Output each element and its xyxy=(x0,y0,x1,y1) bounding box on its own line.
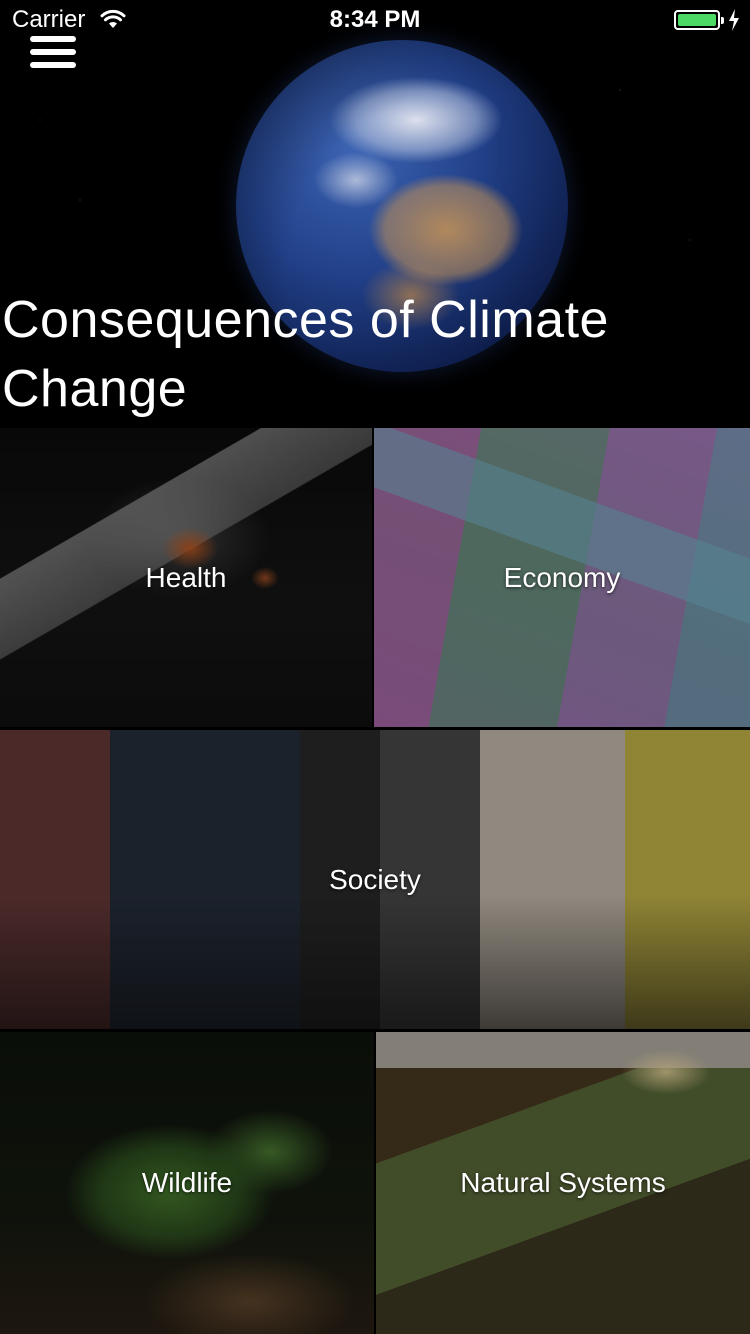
hamburger-menu-icon-bar xyxy=(30,62,76,68)
battery-level xyxy=(678,14,716,26)
tile-wildlife[interactable]: Wildlife xyxy=(0,1032,374,1334)
tile-health[interactable]: Health xyxy=(0,428,372,727)
tile-wildlife-label: Wildlife xyxy=(141,1167,233,1198)
hamburger-menu-icon xyxy=(30,36,76,42)
tile-health-label: Health xyxy=(145,561,227,593)
tile-economy-label: Economy xyxy=(503,561,621,593)
tile-natural-systems[interactable]: Natural Systems xyxy=(376,1032,750,1334)
tile-natural-systems-label: Natural Systems xyxy=(460,1167,666,1198)
tile-society[interactable]: Society xyxy=(0,730,750,1029)
menu-button[interactable] xyxy=(30,36,78,72)
tile-society-label: Society xyxy=(329,863,421,895)
page-title: Consequences of Climate Change xyxy=(2,291,609,418)
hero-banner: Consequences of Climate Change xyxy=(0,0,750,426)
status-time: 8:34 PM xyxy=(329,6,421,33)
status-bar: Carrier 8:34 PM xyxy=(0,0,750,40)
battery-tip xyxy=(721,17,724,24)
tile-economy[interactable]: Economy xyxy=(374,428,750,727)
charging-bolt-icon xyxy=(729,9,739,31)
hamburger-menu-icon-bar xyxy=(30,49,76,55)
battery-icon xyxy=(674,10,724,30)
